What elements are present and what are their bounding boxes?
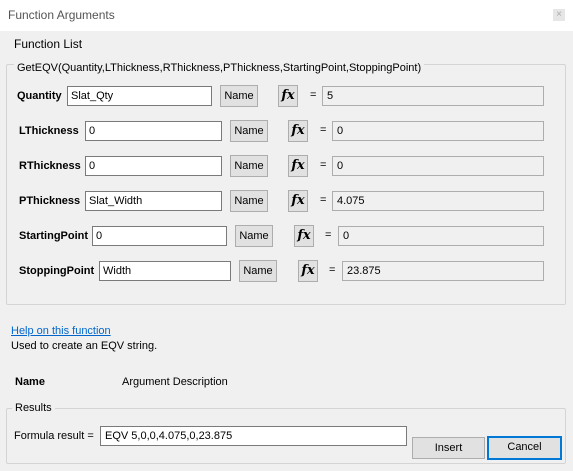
argument-label-pthickness: PThickness bbox=[19, 195, 81, 207]
stoppingpoint-fx-icon[interactable]: fx bbox=[298, 260, 318, 282]
title-bar: Function Arguments × bbox=[0, 0, 573, 31]
argument-row-pthickness: PThickness Slat_Width Name fx = 4.075 bbox=[0, 190, 573, 213]
function-signature: GetEQV(Quantity,LThickness,RThickness,PT… bbox=[14, 62, 425, 74]
equals-sign: = bbox=[320, 159, 327, 171]
name-header: Name bbox=[15, 376, 45, 388]
quantity-name-button[interactable]: Name bbox=[220, 85, 258, 107]
lthickness-fx-icon[interactable]: fx bbox=[288, 120, 308, 142]
lthickness-input[interactable]: 0 bbox=[85, 121, 222, 141]
pthickness-input[interactable]: Slat_Width bbox=[85, 191, 222, 211]
rthickness-input[interactable]: 0 bbox=[85, 156, 222, 176]
help-link[interactable]: Help on this function bbox=[11, 325, 111, 337]
rthickness-name-button[interactable]: Name bbox=[230, 155, 268, 177]
lthickness-name-button[interactable]: Name bbox=[230, 120, 268, 142]
argument-row-lthickness: LThickness 0 Name fx = 0 bbox=[0, 120, 573, 143]
equals-sign: = bbox=[329, 264, 336, 276]
close-icon[interactable]: × bbox=[553, 9, 565, 21]
argument-row-stoppingpoint: StoppingPoint Width Name fx = 23.875 bbox=[0, 260, 573, 283]
stoppingpoint-input[interactable]: Width bbox=[99, 261, 231, 281]
argument-label-startingpoint: StartingPoint bbox=[19, 230, 89, 242]
formula-result-field: EQV 5,0,0,4.075,0,23.875 bbox=[100, 426, 407, 446]
argument-label-quantity: Quantity bbox=[17, 90, 62, 102]
insert-button[interactable]: Insert bbox=[412, 437, 485, 459]
argument-label-stoppingpoint: StoppingPoint bbox=[19, 265, 95, 277]
stoppingpoint-result: 23.875 bbox=[342, 261, 544, 281]
startingpoint-result: 0 bbox=[338, 226, 544, 246]
formula-result-label: Formula result = bbox=[14, 430, 94, 442]
stoppingpoint-name-button[interactable]: Name bbox=[239, 260, 277, 282]
argument-row-quantity: Quantity Slat_Qty Name fx = 5 bbox=[0, 85, 573, 108]
cancel-button[interactable]: Cancel bbox=[487, 436, 562, 460]
results-group-label: Results bbox=[12, 402, 55, 414]
equals-sign: = bbox=[325, 229, 332, 241]
lthickness-result: 0 bbox=[332, 121, 544, 141]
startingpoint-input[interactable]: 0 bbox=[92, 226, 227, 246]
startingpoint-name-button[interactable]: Name bbox=[235, 225, 273, 247]
startingpoint-fx-icon[interactable]: fx bbox=[294, 225, 314, 247]
equals-sign: = bbox=[320, 124, 327, 136]
equals-sign: = bbox=[310, 89, 317, 101]
equals-sign: = bbox=[320, 194, 327, 206]
pthickness-name-button[interactable]: Name bbox=[230, 190, 268, 212]
argument-row-rthickness: RThickness 0 Name fx = 0 bbox=[0, 155, 573, 178]
pthickness-fx-icon[interactable]: fx bbox=[288, 190, 308, 212]
argument-label-rthickness: RThickness bbox=[19, 160, 81, 172]
argument-description-header: Argument Description bbox=[122, 376, 228, 388]
window-title: Function Arguments bbox=[8, 8, 115, 22]
rthickness-result: 0 bbox=[332, 156, 544, 176]
pthickness-result: 4.075 bbox=[332, 191, 544, 211]
quantity-fx-icon[interactable]: fx bbox=[278, 85, 298, 107]
function-description: Used to create an EQV string. bbox=[11, 340, 158, 352]
quantity-input[interactable]: Slat_Qty bbox=[67, 86, 212, 106]
rthickness-fx-icon[interactable]: fx bbox=[288, 155, 308, 177]
argument-label-lthickness: LThickness bbox=[19, 125, 79, 137]
argument-row-startingpoint: StartingPoint 0 Name fx = 0 bbox=[0, 225, 573, 248]
quantity-result: 5 bbox=[322, 86, 544, 106]
function-list-button[interactable]: Function List bbox=[14, 37, 82, 51]
